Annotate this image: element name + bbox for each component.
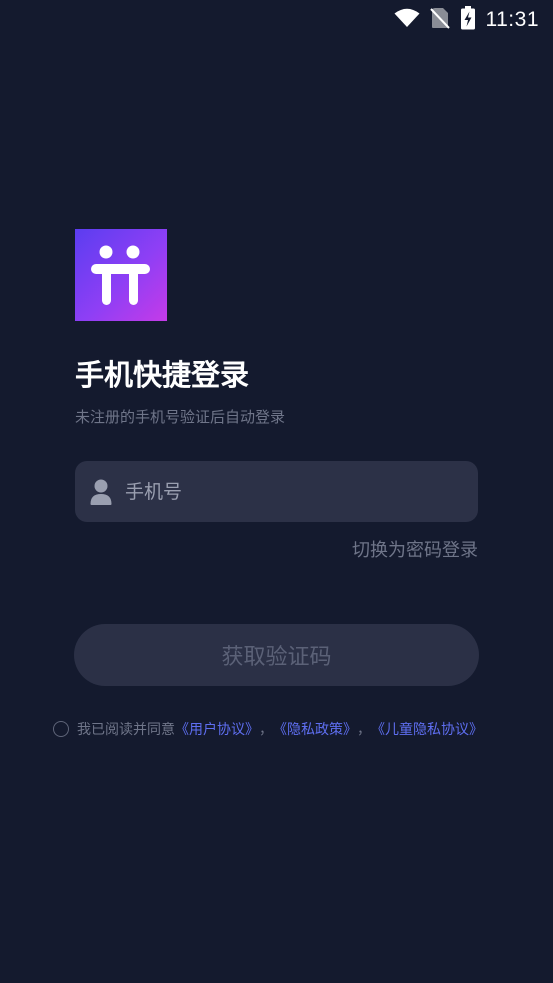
page-title: 手机快捷登录 xyxy=(75,358,250,392)
phone-input[interactable] xyxy=(125,480,425,503)
agreement-prefix: 我已阅读并同意 xyxy=(77,722,175,738)
page-subtitle: 未注册的手机号验证后自动登录 xyxy=(75,408,286,426)
children-privacy-link[interactable]: 《儿童隐私协议》 xyxy=(371,719,483,739)
privacy-policy-link[interactable]: 《隐私政策》 xyxy=(273,719,357,739)
agree-checkbox[interactable] xyxy=(53,721,69,737)
user-agreement-link[interactable]: 《用户协议》 xyxy=(175,719,259,739)
no-sim-icon xyxy=(429,7,450,33)
agreement-separator: ， xyxy=(357,722,371,738)
agreement-row: 我已阅读并同意 《用户协议》 ， 《隐私政策》 ， 《儿童隐私协议》 xyxy=(53,719,483,739)
status-icons: 11:31 xyxy=(394,6,540,34)
agreement-separator: ， xyxy=(259,722,273,738)
tt-people-logo xyxy=(91,245,150,305)
wifi-icon xyxy=(394,8,420,32)
status-time: 11:31 xyxy=(485,8,539,31)
user-icon xyxy=(89,478,113,506)
phone-field[interactable] xyxy=(75,461,478,522)
switch-to-password-login-link[interactable]: 切换为密码登录 xyxy=(352,536,478,562)
battery-charging-icon xyxy=(460,6,476,34)
status-bar: 11:31 xyxy=(0,0,553,38)
get-code-button[interactable]: 获取验证码 xyxy=(74,624,479,686)
app-logo xyxy=(75,229,167,321)
